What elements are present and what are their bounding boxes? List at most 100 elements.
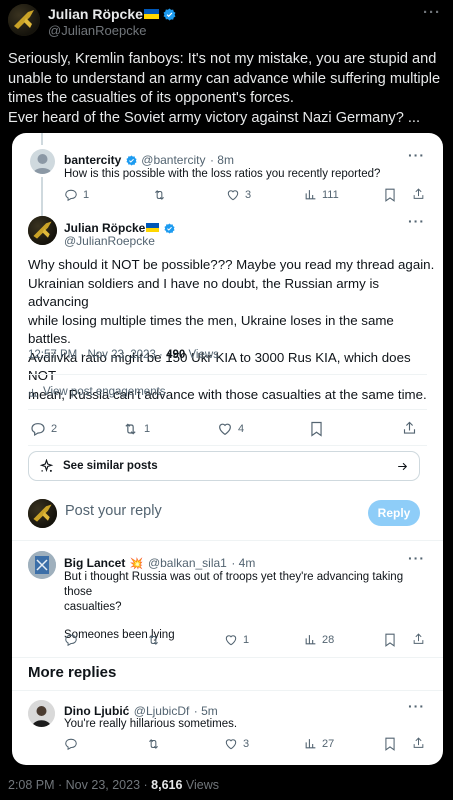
reply2-author-handle[interactable]: @balkan_sila1 (148, 556, 227, 570)
focus-repost-button[interactable]: 1 (122, 421, 150, 437)
repost-icon (149, 635, 158, 645)
reply3-views-count: 27 (322, 737, 335, 750)
focus-avatar-image (33, 221, 52, 239)
author-avatar[interactable] (8, 4, 40, 36)
thread-connector (41, 177, 43, 217)
reply2-repost-button[interactable] (146, 633, 166, 647)
focus-repost-count: 1 (144, 423, 151, 435)
reply3-bookmark-button[interactable] (384, 737, 396, 751)
reply1-like-button[interactable]: 3 (226, 188, 251, 202)
reply2-like-count: 1 (243, 634, 250, 646)
focus-author-avatar[interactable] (28, 216, 57, 245)
reply2-views-count: 28 (322, 633, 335, 646)
focus-text-line: Why should it NOT be possible??? Maybe y… (28, 257, 435, 272)
big-lancet-avatar-image (28, 551, 56, 579)
quoted-thread-card[interactable]: bantercity @bantercity · 8m ··· How is t… (12, 133, 443, 765)
reply2-like-button[interactable]: 1 (224, 633, 249, 647)
dino-avatar[interactable] (28, 700, 55, 727)
reply-icon (65, 634, 77, 647)
reply1-like-count: 3 (245, 189, 252, 201)
reply1-time[interactable]: · 8m (210, 153, 234, 167)
verified-badge-icon (126, 155, 137, 166)
reply2-views-button[interactable]: 28 (304, 633, 334, 646)
reply1-more-options-icon[interactable]: ··· (408, 147, 425, 163)
reply2-share-button[interactable] (412, 632, 425, 646)
focus-author-handle[interactable]: @JulianRoepcke (64, 234, 155, 248)
reply3-time[interactable]: · 5m (194, 704, 218, 718)
reply1-views-button[interactable]: 111 (304, 188, 339, 201)
more-replies-heading: More replies (28, 664, 117, 681)
views-chart-icon (29, 388, 38, 397)
reply1-repost-button[interactable] (152, 188, 172, 202)
heart-icon (227, 190, 239, 201)
focus-share-button[interactable] (402, 420, 417, 436)
reply2-reply-button[interactable] (64, 633, 83, 647)
focus-timestamp[interactable]: 12:57 PM · Nov 23, 2023 · (28, 349, 166, 361)
reply-icon (65, 189, 77, 202)
views-chart-icon (305, 635, 316, 645)
focus-text-line: Ukrainian soldiers and I have no doubt, … (28, 275, 380, 310)
compose-avatar (28, 499, 57, 528)
divider (12, 540, 443, 541)
focus-bookmark-button[interactable] (310, 421, 323, 437)
outer-author-line: Julian Röpcke (48, 6, 176, 24)
focus-views-count: 490 (166, 349, 186, 361)
reply3-author-name[interactable]: Dino Ljubić (64, 704, 129, 718)
divider (28, 409, 427, 410)
outer-text-line: unable to understand an army can advance… (8, 70, 441, 87)
outer-more-options-icon[interactable]: ··· (423, 4, 441, 21)
outer-views-label: Views (182, 778, 220, 792)
bantercity-avatar[interactable] (30, 149, 55, 174)
default-avatar-icon (33, 154, 52, 174)
focus-reply-button[interactable]: 2 (30, 421, 57, 437)
reply3-more-options-icon[interactable]: ··· (408, 698, 425, 714)
verified-badge-icon (164, 223, 175, 234)
outer-timestamp[interactable]: 2:08 PM · Nov 23, 2023 · (8, 778, 151, 792)
reply-compose-input[interactable]: Post your reply (65, 503, 162, 519)
views-chart-icon (305, 739, 316, 749)
views-chart-icon (305, 190, 316, 200)
focus-reply-count: 2 (51, 423, 58, 435)
outer-views-count: 8,616 (151, 778, 183, 792)
reply3-author-handle[interactable]: @LjubicDf (134, 704, 190, 718)
focus-author-name[interactable]: Julian Röpcke (64, 221, 145, 235)
reply2-time[interactable]: · 4m (231, 556, 255, 570)
focus-like-button[interactable]: 4 (217, 421, 244, 437)
reply3-like-button[interactable]: 3 (224, 737, 249, 751)
reply2-more-options-icon[interactable]: ··· (408, 550, 425, 566)
see-similar-posts-button[interactable]: See similar posts (28, 451, 420, 481)
reply3-reply-button[interactable] (64, 737, 83, 751)
reply-icon (65, 738, 77, 751)
sparkle-icon (39, 458, 54, 472)
focus-more-options-icon[interactable]: ··· (408, 213, 425, 229)
reply1-share-button[interactable] (412, 187, 425, 201)
heart-icon (225, 739, 237, 750)
outer-post-text: Seriously, Kremlin fanboys: It's not my … (8, 50, 448, 128)
reply1-author-name[interactable]: bantercity (64, 153, 121, 167)
reply1-views-count: 111 (322, 188, 339, 201)
bookmark-icon (311, 421, 322, 437)
outer-meta: 2:08 PM · Nov 23, 2023 · 8,616 Views (8, 778, 219, 792)
thread-connector (41, 133, 43, 145)
reply-button[interactable]: Reply (368, 500, 420, 526)
reply3-share-button[interactable] (412, 736, 425, 750)
reply1-reply-button[interactable]: 1 (64, 188, 89, 202)
divider (12, 657, 443, 658)
focus-post-text: Why should it NOT be possible??? Maybe y… (28, 256, 438, 404)
outer-author-name[interactable]: Julian Röpcke (48, 6, 143, 22)
reply2-bookmark-button[interactable] (384, 633, 396, 647)
big-lancet-avatar[interactable] (28, 551, 56, 579)
reply3-repost-button[interactable] (146, 737, 166, 751)
reply3-views-button[interactable]: 27 (304, 737, 334, 750)
outer-author-handle[interactable]: @JulianRoepcke (48, 23, 146, 38)
reply2-author-name[interactable]: Big Lancet (64, 556, 125, 570)
view-engagements-link[interactable]: View post engagements (28, 386, 166, 398)
bookmark-icon (385, 188, 395, 202)
bookmark-icon (385, 737, 395, 751)
share-icon (403, 421, 416, 434)
reply1-bookmark-button[interactable] (384, 188, 396, 202)
ukraine-flag-icon (143, 9, 159, 19)
reply1-author-handle[interactable]: @bantercity (141, 153, 205, 167)
focus-meta: 12:57 PM · Nov 23, 2023 · 490 Views (28, 349, 219, 361)
see-similar-posts-label: See similar posts (63, 460, 158, 472)
